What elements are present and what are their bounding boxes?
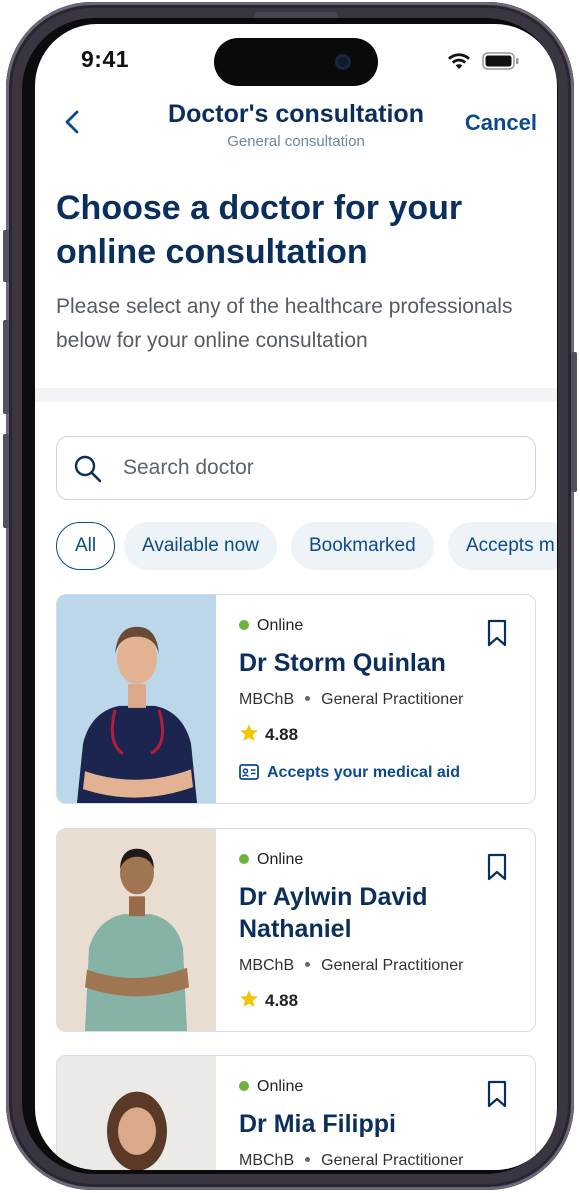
medical-aid-label: Accepts your medical aid <box>267 764 460 781</box>
bookmark-icon[interactable] <box>487 1080 507 1108</box>
volume-up-button <box>3 320 9 414</box>
doctor-specialty: General Practitioner <box>321 691 464 708</box>
online-dot-icon <box>239 1081 249 1091</box>
online-label: Online <box>257 851 304 868</box>
doctor-rating: 4.88 <box>239 723 298 745</box>
separator-dot <box>305 1157 311 1162</box>
phone-frame: 9:41 Doctor's consultation General consu… <box>3 2 577 1190</box>
doctor-card[interactable]: Online Dr Aylwin David Nathaniel MBChB Ge… <box>56 828 536 1032</box>
filter-chip-all[interactable]: All <box>56 522 116 570</box>
rating-value: 4.88 <box>265 725 299 744</box>
doctor-name: Dr Aylwin David Nathaniel <box>239 883 428 943</box>
doctor-card[interactable]: Online Dr Mia Filippi MBChB General Pract… <box>56 1055 536 1170</box>
battery-icon <box>482 52 519 70</box>
filter-chips: All Available now Bookmarked Accepts m <box>56 522 557 570</box>
filter-chip-accepts-medical-aid[interactable]: Accepts m <box>448 522 557 570</box>
id-card-icon <box>239 764 259 780</box>
doctor-credentials: MBChB General Practitioner <box>239 957 463 975</box>
star-icon <box>240 724 258 741</box>
doctor-qualification: MBChB <box>239 691 295 708</box>
page-heading: Choose a doctor for your online consulta… <box>56 189 463 271</box>
search-icon <box>74 455 102 483</box>
search-input[interactable] <box>123 452 513 484</box>
online-status: Online <box>239 617 303 635</box>
online-dot-icon <box>239 620 249 630</box>
filter-chip-bookmarked[interactable]: Bookmarked <box>291 522 434 570</box>
page-intro: Please select any of the healthcare prof… <box>56 295 513 352</box>
doctor-specialty: General Practitioner <box>321 1152 464 1169</box>
separator-dot <box>305 962 311 967</box>
rating-value: 4.88 <box>265 991 299 1010</box>
online-label: Online <box>257 617 304 634</box>
separator-dot <box>305 696 311 701</box>
online-status: Online <box>239 1078 303 1096</box>
nav-bar: Doctor's consultation General consultati… <box>35 100 557 162</box>
doctor-rating: 4.88 <box>239 989 298 1011</box>
filter-chip-available-now[interactable]: Available now <box>124 522 277 570</box>
cancel-button[interactable]: Cancel <box>465 110 537 136</box>
dynamic-island <box>214 38 378 86</box>
front-camera <box>335 54 351 70</box>
volume-down-button <box>3 434 9 528</box>
screen: 9:41 Doctor's consultation General consu… <box>35 24 557 1170</box>
doctor-credentials: MBChB General Practitioner <box>239 1152 463 1170</box>
status-bar: 9:41 <box>35 24 557 94</box>
online-status: Online <box>239 851 303 869</box>
power-button <box>571 352 577 492</box>
doctor-name: Dr Mia Filippi <box>239 1110 396 1138</box>
doctor-qualification: MBChB <box>239 1152 295 1169</box>
doctor-name: Dr Storm Quinlan <box>239 649 446 677</box>
doctor-credentials: MBChB General Practitioner <box>239 691 463 709</box>
medical-aid-badge: Accepts your medical aid <box>239 763 460 782</box>
doctor-qualification: MBChB <box>239 957 295 974</box>
section-divider <box>35 388 557 402</box>
mute-switch <box>3 230 9 282</box>
doctor-specialty: General Practitioner <box>321 957 464 974</box>
doctor-photo <box>57 595 216 803</box>
online-label: Online <box>257 1078 304 1095</box>
bookmark-icon[interactable] <box>487 619 507 647</box>
doctor-card[interactable]: Online Dr Storm Quinlan MBChB General Pra… <box>56 594 536 804</box>
doctor-photo <box>57 829 216 1031</box>
wifi-icon <box>448 53 470 69</box>
status-time: 9:41 <box>81 46 130 72</box>
bookmark-icon[interactable] <box>487 853 507 881</box>
online-dot-icon <box>239 854 249 864</box>
doctor-photo <box>57 1056 216 1170</box>
search-box <box>56 436 536 500</box>
star-icon <box>240 990 258 1007</box>
